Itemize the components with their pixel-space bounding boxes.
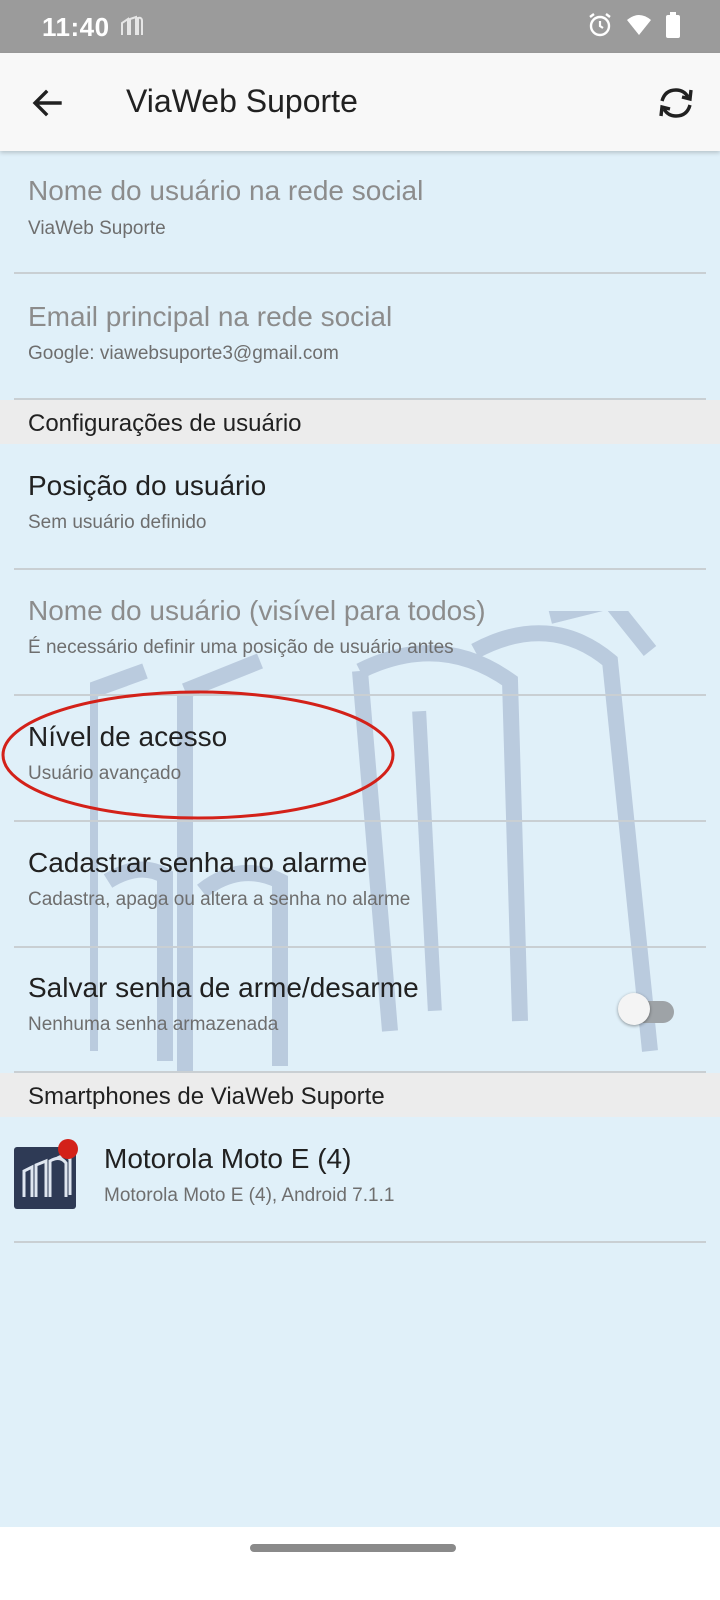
pref-user-position[interactable]: Posição do usuário Sem usuário definido [0, 444, 720, 568]
pref-subtitle: É necessário definir uma posição de usuá… [28, 637, 454, 658]
pref-subtitle: Google: viawebsuporte3@gmail.com [28, 343, 339, 364]
arrow-back-icon [32, 89, 62, 117]
pref-public-username: Nome do usuário (visível para todos) É n… [0, 570, 720, 694]
notification-badge [58, 1139, 78, 1159]
pref-subtitle: Nenhuma senha armazenada [28, 1014, 279, 1035]
app-notification-icon [120, 15, 144, 42]
section-header-label: Smartphones de ViaWeb Suporte [28, 1083, 385, 1110]
app-bar: ViaWeb Suporte [0, 53, 720, 151]
status-bar: 11:40 [0, 0, 720, 53]
device-app-icon [14, 1139, 78, 1209]
section-header-smartphones: Smartphones de ViaWeb Suporte [0, 1073, 720, 1117]
home-gesture-handle[interactable] [250, 1544, 456, 1552]
back-button[interactable] [26, 83, 70, 123]
wifi-icon [626, 14, 652, 41]
status-time: 11:40 [42, 12, 110, 42]
pref-subtitle: Cadastra, apaga ou altera a senha no ala… [28, 889, 411, 910]
device-detail: Motorola Moto E (4), Android 7.1.1 [104, 1185, 395, 1206]
pref-title: Nível de acesso [28, 721, 228, 752]
pref-subtitle: Sem usuário definido [28, 512, 207, 533]
section-header-user-settings: Configurações de usuário [0, 400, 720, 444]
toggle-thumb [618, 993, 650, 1025]
pref-social-username: Nome do usuário na rede social ViaWeb Su… [0, 151, 720, 273]
pref-title: Salvar senha de arme/desarme [28, 972, 419, 1003]
device-item[interactable]: Motorola Moto E (4) Motorola Moto E (4),… [0, 1117, 720, 1241]
pref-title: Posição do usuário [28, 470, 267, 501]
pref-title: Nome do usuário (visível para todos) [28, 595, 486, 626]
sync-icon [659, 88, 693, 118]
pref-alarm-password[interactable]: Cadastrar senha no alarme Cadastra, apag… [0, 822, 720, 946]
pref-save-arm-password[interactable]: Salvar senha de arme/desarme Nenhuma sen… [0, 948, 720, 1072]
page-title: ViaWeb Suporte [126, 83, 358, 119]
divider [14, 1241, 706, 1243]
settings-list[interactable]: Nome do usuário na rede social ViaWeb Su… [0, 151, 720, 1557]
pref-access-level[interactable]: Nível de acesso Usuário avançado [0, 696, 720, 820]
system-nav-bar [0, 1527, 720, 1600]
section-header-label: Configurações de usuário [28, 410, 302, 437]
save-password-toggle[interactable] [618, 990, 674, 1026]
pref-social-email: Email principal na rede social Google: v… [0, 274, 720, 398]
pref-title: Nome do usuário na rede social [28, 175, 424, 206]
sync-button[interactable] [654, 81, 698, 125]
pref-subtitle: Usuário avançado [28, 763, 182, 784]
pref-title: Cadastrar senha no alarme [28, 847, 368, 878]
pref-title: Email principal na rede social [28, 301, 393, 332]
battery-icon [666, 12, 680, 43]
pref-subtitle: ViaWeb Suporte [28, 218, 166, 239]
device-name: Motorola Moto E (4) [104, 1143, 352, 1174]
alarm-icon [588, 12, 612, 43]
